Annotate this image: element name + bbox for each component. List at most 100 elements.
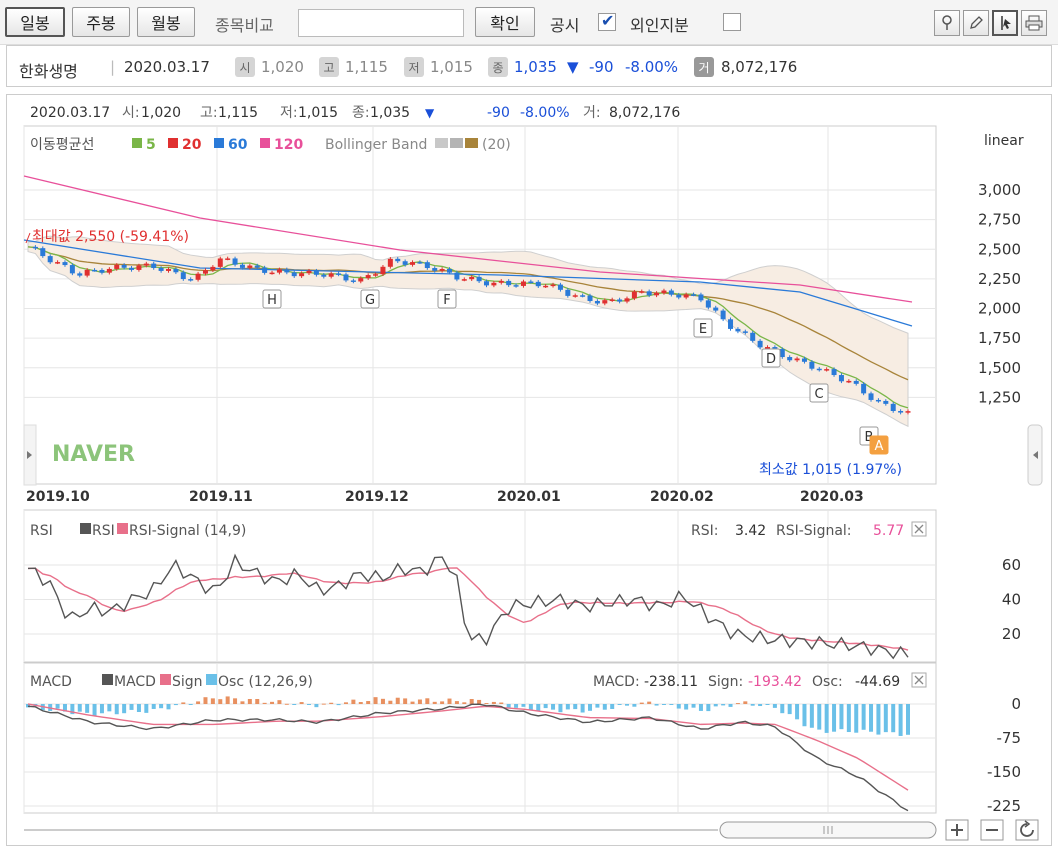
osc-bar bbox=[270, 701, 275, 704]
candle-body bbox=[794, 358, 800, 361]
candle-body bbox=[106, 268, 112, 273]
osc-bar bbox=[136, 704, 141, 712]
candle-body bbox=[757, 340, 763, 348]
candle-body bbox=[764, 347, 770, 349]
ma60-label: 60 bbox=[228, 137, 248, 153]
osc-bar bbox=[358, 702, 363, 704]
candle-body bbox=[188, 279, 194, 281]
candle-body bbox=[565, 289, 571, 296]
osc-bar bbox=[661, 704, 666, 705]
candle-body bbox=[898, 410, 904, 413]
osc-bar bbox=[883, 704, 888, 733]
candle-body bbox=[402, 261, 408, 265]
osc-bar bbox=[225, 696, 230, 704]
candle-body bbox=[424, 262, 430, 269]
osc-bar bbox=[99, 704, 104, 714]
candle-body bbox=[483, 281, 489, 286]
candle-body bbox=[853, 380, 859, 384]
osc-bar bbox=[795, 704, 800, 720]
candle-body bbox=[498, 280, 504, 283]
disclosure-marker-label: F bbox=[443, 293, 450, 308]
date-tick-label: 2019.10 bbox=[26, 489, 90, 505]
osc-bar bbox=[713, 704, 718, 707]
candle-body bbox=[447, 269, 453, 273]
osc-bar bbox=[588, 704, 593, 711]
osc-bar bbox=[144, 704, 149, 713]
macd-close-icon[interactable] bbox=[911, 672, 927, 688]
candle-body bbox=[158, 267, 164, 271]
candle-body bbox=[55, 262, 61, 264]
macd-y-axis: 0 -75 -150 -225 bbox=[987, 695, 1021, 815]
scroll-thumb[interactable] bbox=[719, 821, 937, 839]
osc-bar bbox=[514, 704, 519, 708]
candle-body bbox=[705, 300, 711, 308]
osc-bar bbox=[210, 698, 215, 704]
osc-bar bbox=[617, 704, 622, 705]
hdr-volume: 8,072,176 bbox=[609, 105, 680, 121]
rsi-title: RSI bbox=[30, 523, 53, 539]
candle-body bbox=[713, 307, 719, 311]
osc-bar bbox=[839, 704, 844, 730]
candle-body bbox=[217, 258, 223, 267]
osc-bar bbox=[684, 704, 689, 710]
zoom-out-icon[interactable] bbox=[980, 819, 1004, 841]
osc-bar bbox=[92, 704, 97, 716]
candle-body bbox=[520, 281, 526, 286]
candle-body bbox=[491, 282, 497, 286]
rsi-value-label: RSI: bbox=[691, 523, 718, 539]
osc-bar bbox=[403, 698, 408, 704]
refresh-icon[interactable] bbox=[1015, 819, 1039, 841]
osc-bar bbox=[447, 698, 452, 704]
osc-bar bbox=[77, 704, 82, 712]
osc-bar bbox=[373, 697, 378, 704]
osc-bar bbox=[196, 701, 201, 704]
candle-body bbox=[439, 269, 445, 271]
osc-bar bbox=[484, 703, 489, 705]
disclosure-marker-label: A bbox=[875, 439, 884, 454]
hdr-change-pct: -8.00% bbox=[520, 105, 570, 121]
candle-body bbox=[476, 276, 482, 282]
right-scroll-handle[interactable] bbox=[1027, 424, 1043, 486]
disclosure-marker-label: E bbox=[699, 322, 707, 337]
candle-body bbox=[343, 274, 349, 281]
left-scroll-handle[interactable] bbox=[23, 424, 37, 486]
candle-body bbox=[365, 275, 371, 279]
rsi-signal-line bbox=[27, 567, 909, 651]
osc-bar bbox=[247, 698, 252, 704]
candle-body bbox=[395, 258, 401, 262]
candle-body bbox=[92, 269, 98, 272]
rsi-close-icon[interactable] bbox=[911, 521, 927, 537]
candle-body bbox=[890, 403, 896, 411]
osc-bar bbox=[787, 704, 792, 715]
osc-bar bbox=[462, 702, 467, 704]
osc-bar bbox=[669, 704, 674, 705]
osc-bar bbox=[218, 699, 223, 704]
osc-bar bbox=[750, 704, 755, 706]
candle-body bbox=[454, 272, 460, 280]
sign-value-label: Sign: bbox=[708, 674, 743, 690]
osc-bar bbox=[558, 704, 563, 713]
zoom-in-icon[interactable] bbox=[945, 819, 969, 841]
candle-body bbox=[676, 294, 682, 298]
candle-body bbox=[62, 262, 68, 266]
candle-body bbox=[846, 380, 852, 383]
osc-bar bbox=[343, 702, 348, 704]
candle-body bbox=[668, 290, 674, 295]
scale-label: linear bbox=[984, 133, 1024, 149]
osc-bar bbox=[151, 704, 156, 709]
hdr-close-label: 종: bbox=[352, 105, 370, 121]
candle-body bbox=[306, 270, 312, 274]
osc-bar bbox=[735, 703, 740, 705]
ma5-label: 5 bbox=[146, 137, 156, 153]
osc-bar bbox=[876, 704, 881, 735]
disclosure-marker-label: G bbox=[365, 293, 375, 308]
osc-bar bbox=[477, 699, 482, 704]
osc-bar bbox=[284, 703, 289, 705]
osc-bar bbox=[846, 704, 851, 733]
osc-bar bbox=[262, 702, 267, 704]
rsi-tick-label: 60 bbox=[1002, 556, 1021, 574]
osc-bar bbox=[499, 702, 504, 704]
price-tick-label: 3,000 bbox=[978, 181, 1021, 199]
osc-bar bbox=[506, 704, 511, 708]
candle-body bbox=[528, 281, 534, 283]
